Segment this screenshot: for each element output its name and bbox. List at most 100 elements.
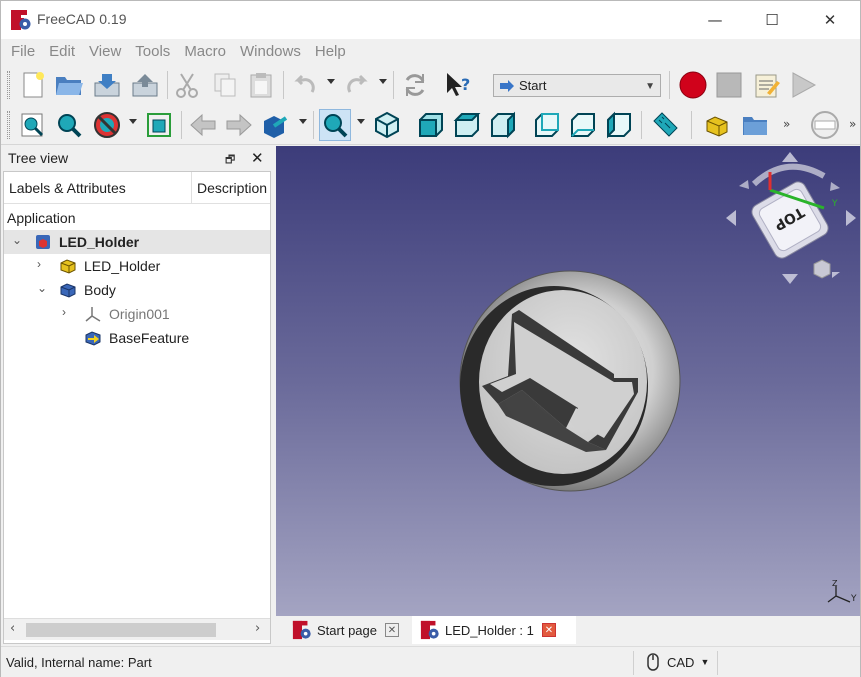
view-front-button[interactable] (415, 109, 447, 141)
collapse-arrow-icon[interactable]: ⌄ (12, 233, 22, 247)
tree-item-body[interactable]: ⌄ Body (4, 278, 270, 302)
expand-arrow-icon[interactable]: › (37, 257, 41, 271)
maximize-button[interactable]: ☐ (749, 1, 795, 39)
navcube-menu-icon[interactable] (813, 259, 840, 279)
3d-scene[interactable]: TOP Y Y Z (276, 146, 860, 616)
tree-item-document[interactable]: ⌄ LED_Holder (4, 230, 270, 254)
clipping-plane-button[interactable] (809, 109, 841, 141)
fit-all-icon (21, 113, 44, 137)
zoom-button[interactable] (319, 109, 351, 141)
whats-this-button[interactable]: ? (443, 69, 475, 101)
close-tab-icon[interactable]: ✕ (541, 623, 556, 637)
refresh-button[interactable] (399, 69, 431, 101)
undo-icon (294, 74, 315, 93)
workbench-selector[interactable]: Start ▼ (493, 74, 661, 97)
copy-button[interactable] (209, 69, 241, 101)
undo-dropdown-arrow[interactable] (327, 79, 335, 84)
fit-all-button[interactable] (17, 109, 49, 141)
whatsthis-icon: ? (447, 73, 470, 96)
status-bar: Valid, Internal name: Part CAD ▼ (1, 646, 860, 677)
bounding-box-button[interactable] (143, 109, 175, 141)
3d-viewport[interactable]: TOP Y Y Z (276, 146, 860, 616)
tree-group-application: Application (4, 206, 270, 230)
menu-edit[interactable]: Edit (42, 39, 82, 65)
column-divider[interactable] (191, 172, 192, 204)
tab-start-page[interactable]: Start page ✕ (284, 616, 412, 644)
freecad-window: FreeCAD 0.19 — ☐ ✕ File Edit View Tools … (0, 0, 861, 677)
nav-arrow-left-icon[interactable] (726, 210, 736, 226)
redo-dropdown-arrow[interactable] (379, 79, 387, 84)
close-tab-icon[interactable]: ✕ (385, 623, 399, 637)
view-isometric-button[interactable] (371, 109, 403, 141)
toolbar-overflow-icon[interactable]: » (783, 117, 790, 131)
tab-led-holder[interactable]: LED_Holder : 1 ✕ (412, 616, 576, 644)
menu-macro[interactable]: Macro (177, 39, 233, 65)
column-header-labels[interactable]: Labels & Attributes (9, 180, 126, 196)
macros-button[interactable] (751, 69, 783, 101)
zoom-dropdown-arrow[interactable] (357, 119, 365, 124)
menu-file[interactable]: File (4, 39, 42, 65)
paste-button[interactable] (245, 69, 277, 101)
navigation-style-selector[interactable]: CAD ▼ (647, 653, 709, 671)
view-forward-button[interactable] (223, 109, 255, 141)
draw-style-dropdown-arrow[interactable] (129, 119, 137, 124)
expand-arrow-icon[interactable]: › (62, 305, 66, 319)
float-panel-icon[interactable]: 🗗 (225, 151, 235, 170)
tree-item-basefeature[interactable]: BaseFeature (4, 326, 270, 350)
menu-tools[interactable]: Tools (128, 39, 177, 65)
scroll-right-icon[interactable]: › (255, 621, 260, 636)
view-back-button[interactable] (187, 109, 219, 141)
scrollbar-thumb[interactable] (26, 623, 216, 637)
navigation-cube[interactable]: TOP Y (726, 152, 856, 284)
measure-distance-button[interactable] (649, 109, 681, 141)
status-separator (717, 651, 718, 675)
tree-item-part[interactable]: › LED_Holder (4, 254, 270, 278)
close-panel-icon[interactable]: ✕ (251, 149, 264, 167)
rotate-arc-top[interactable] (751, 163, 826, 187)
minimize-button[interactable]: — (692, 1, 738, 39)
view-left-button[interactable] (603, 109, 635, 141)
toolbar-overflow-icon[interactable]: » (849, 117, 856, 131)
collapse-arrow-icon[interactable]: ⌄ (37, 281, 47, 295)
execute-macro-button[interactable] (787, 69, 819, 101)
view-right-button[interactable] (487, 109, 519, 141)
nav-arrow-right-icon[interactable] (846, 210, 856, 226)
menu-view[interactable]: View (82, 39, 128, 65)
sync-view-dropdown-arrow[interactable] (299, 119, 307, 124)
undo-button[interactable] (289, 69, 321, 101)
nav-arrow-down-icon[interactable] (782, 274, 798, 284)
view-bottom-button[interactable] (567, 109, 599, 141)
tree-item-origin[interactable]: › Origin001 (4, 302, 270, 326)
drawstyle-icon (94, 112, 120, 138)
toolbar-grip[interactable] (7, 111, 10, 139)
draw-style-button[interactable] (91, 109, 123, 141)
record-macro-button[interactable] (677, 69, 709, 101)
sync-view-button[interactable] (259, 109, 291, 141)
stop-macro-button[interactable] (713, 69, 745, 101)
nav-arrow-up-icon[interactable] (782, 152, 798, 162)
menu-windows[interactable]: Windows (233, 39, 308, 65)
paste-icon (250, 73, 272, 98)
horizontal-scrollbar[interactable]: ‹ › (4, 618, 270, 640)
fit-selection-button[interactable] (53, 109, 85, 141)
redo-button[interactable] (341, 69, 373, 101)
create-part-button[interactable] (701, 109, 733, 141)
macro-edit-icon (755, 74, 780, 98)
measure-icon (653, 112, 678, 137)
led-holder-model[interactable] (459, 270, 681, 492)
view-rear-button[interactable] (531, 109, 563, 141)
save-as-button[interactable] (129, 69, 161, 101)
close-button[interactable]: ✕ (807, 1, 853, 39)
column-header-description[interactable]: Description (197, 180, 267, 196)
freecad-logo-icon (292, 620, 311, 640)
menu-help[interactable]: Help (308, 39, 353, 65)
view-top-button[interactable] (451, 109, 483, 141)
scroll-left-icon[interactable]: ‹ (10, 621, 15, 636)
cut-button[interactable] (171, 69, 203, 101)
create-group-button[interactable] (739, 109, 771, 141)
tree-widget[interactable]: Labels & Attributes Description Applicat… (3, 171, 271, 644)
save-button[interactable] (91, 69, 123, 101)
open-button[interactable] (53, 69, 85, 101)
new-button[interactable] (17, 69, 49, 101)
toolbar-grip[interactable] (7, 71, 10, 99)
